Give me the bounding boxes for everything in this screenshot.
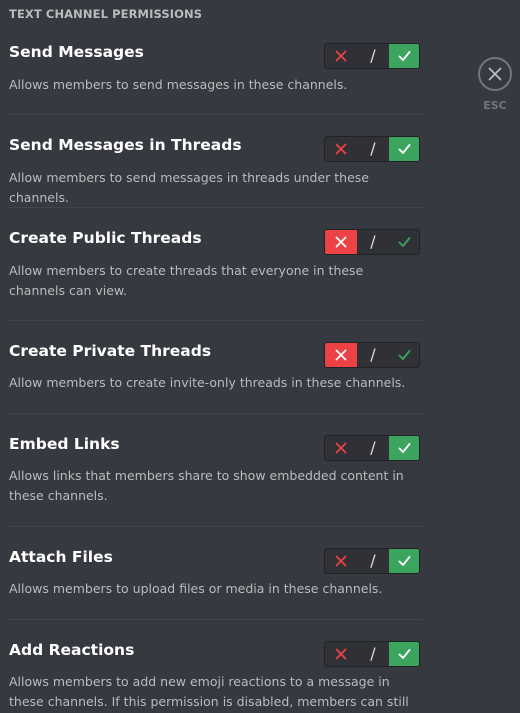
permission-toggle: /	[324, 435, 420, 461]
allow-icon	[398, 649, 410, 659]
close-icon	[488, 67, 502, 81]
divider	[9, 619, 422, 620]
divider	[9, 207, 422, 208]
passthrough-label: /	[370, 345, 376, 364]
passthrough-button[interactable]: /	[357, 343, 389, 367]
divider	[9, 320, 422, 321]
permission-description: Allows members to add new emoji reaction…	[9, 674, 409, 709]
allow-icon	[398, 443, 410, 453]
allow-button[interactable]	[389, 137, 419, 161]
passthrough-button[interactable]: /	[357, 137, 389, 161]
allow-button[interactable]	[389, 343, 419, 367]
permission-title: Send Messages in Threads	[9, 136, 242, 154]
deny-icon	[335, 143, 347, 155]
deny-icon	[335, 555, 347, 567]
permission-description: Allow members to create invite-only thre…	[9, 375, 406, 390]
passthrough-label: /	[370, 438, 376, 457]
permission-title: Create Public Threads	[9, 229, 202, 247]
divider	[9, 526, 422, 527]
permission-toggle: /	[324, 641, 420, 667]
passthrough-button[interactable]: /	[357, 642, 389, 666]
permission-description: Allows members to upload files or media …	[9, 581, 383, 596]
allow-icon	[398, 556, 410, 566]
allow-button[interactable]	[389, 436, 419, 460]
passthrough-button[interactable]: /	[357, 549, 389, 573]
passthrough-label: /	[370, 46, 376, 65]
divider	[9, 413, 422, 414]
passthrough-button[interactable]: /	[357, 230, 389, 254]
deny-button[interactable]	[325, 137, 357, 161]
allow-button[interactable]	[389, 642, 419, 666]
section-header: TEXT CHANNEL PERMISSIONS	[9, 7, 203, 21]
passthrough-label: /	[370, 232, 376, 251]
deny-icon	[335, 236, 347, 248]
allow-button[interactable]	[389, 44, 419, 68]
allow-icon	[398, 237, 410, 247]
deny-icon	[335, 349, 347, 361]
allow-button[interactable]	[389, 230, 419, 254]
deny-button[interactable]	[325, 230, 357, 254]
permission-title: Attach Files	[9, 548, 113, 566]
passthrough-label: /	[370, 644, 376, 663]
close-label: ESC	[483, 99, 507, 112]
permission-title: Send Messages	[9, 43, 144, 61]
permission-toggle: /	[324, 548, 420, 574]
permission-toggle: /	[324, 43, 420, 69]
permission-description: Allows members to send messages in these…	[9, 77, 348, 92]
close-button[interactable]	[478, 57, 512, 91]
permission-toggle: /	[324, 136, 420, 162]
permission-description: Allow members to send messages in thread…	[9, 170, 369, 205]
passthrough-button[interactable]: /	[357, 436, 389, 460]
permission-title: Add Reactions	[9, 641, 135, 659]
deny-icon	[335, 50, 347, 62]
deny-button[interactable]	[325, 549, 357, 573]
deny-button[interactable]	[325, 343, 357, 367]
allow-button[interactable]	[389, 549, 419, 573]
deny-icon	[335, 648, 347, 660]
permission-title: Embed Links	[9, 435, 120, 453]
permission-description: Allow members to create threads that eve…	[9, 263, 364, 298]
permission-toggle: /	[324, 342, 420, 368]
passthrough-button[interactable]: /	[357, 44, 389, 68]
permission-description: Allows links that members share to show …	[9, 468, 404, 503]
passthrough-label: /	[370, 139, 376, 158]
allow-icon	[398, 350, 410, 360]
deny-icon	[335, 442, 347, 454]
passthrough-label: /	[370, 551, 376, 570]
allow-icon	[398, 51, 410, 61]
allow-icon	[398, 144, 410, 154]
deny-button[interactable]	[325, 436, 357, 460]
permissions-page: TEXT CHANNEL PERMISSIONS Send Messages /…	[0, 0, 520, 713]
deny-button[interactable]	[325, 642, 357, 666]
permission-title: Create Private Threads	[9, 342, 212, 360]
divider	[9, 114, 422, 115]
permission-toggle: /	[324, 229, 420, 255]
deny-button[interactable]	[325, 44, 357, 68]
close-area: ESC	[476, 57, 514, 112]
